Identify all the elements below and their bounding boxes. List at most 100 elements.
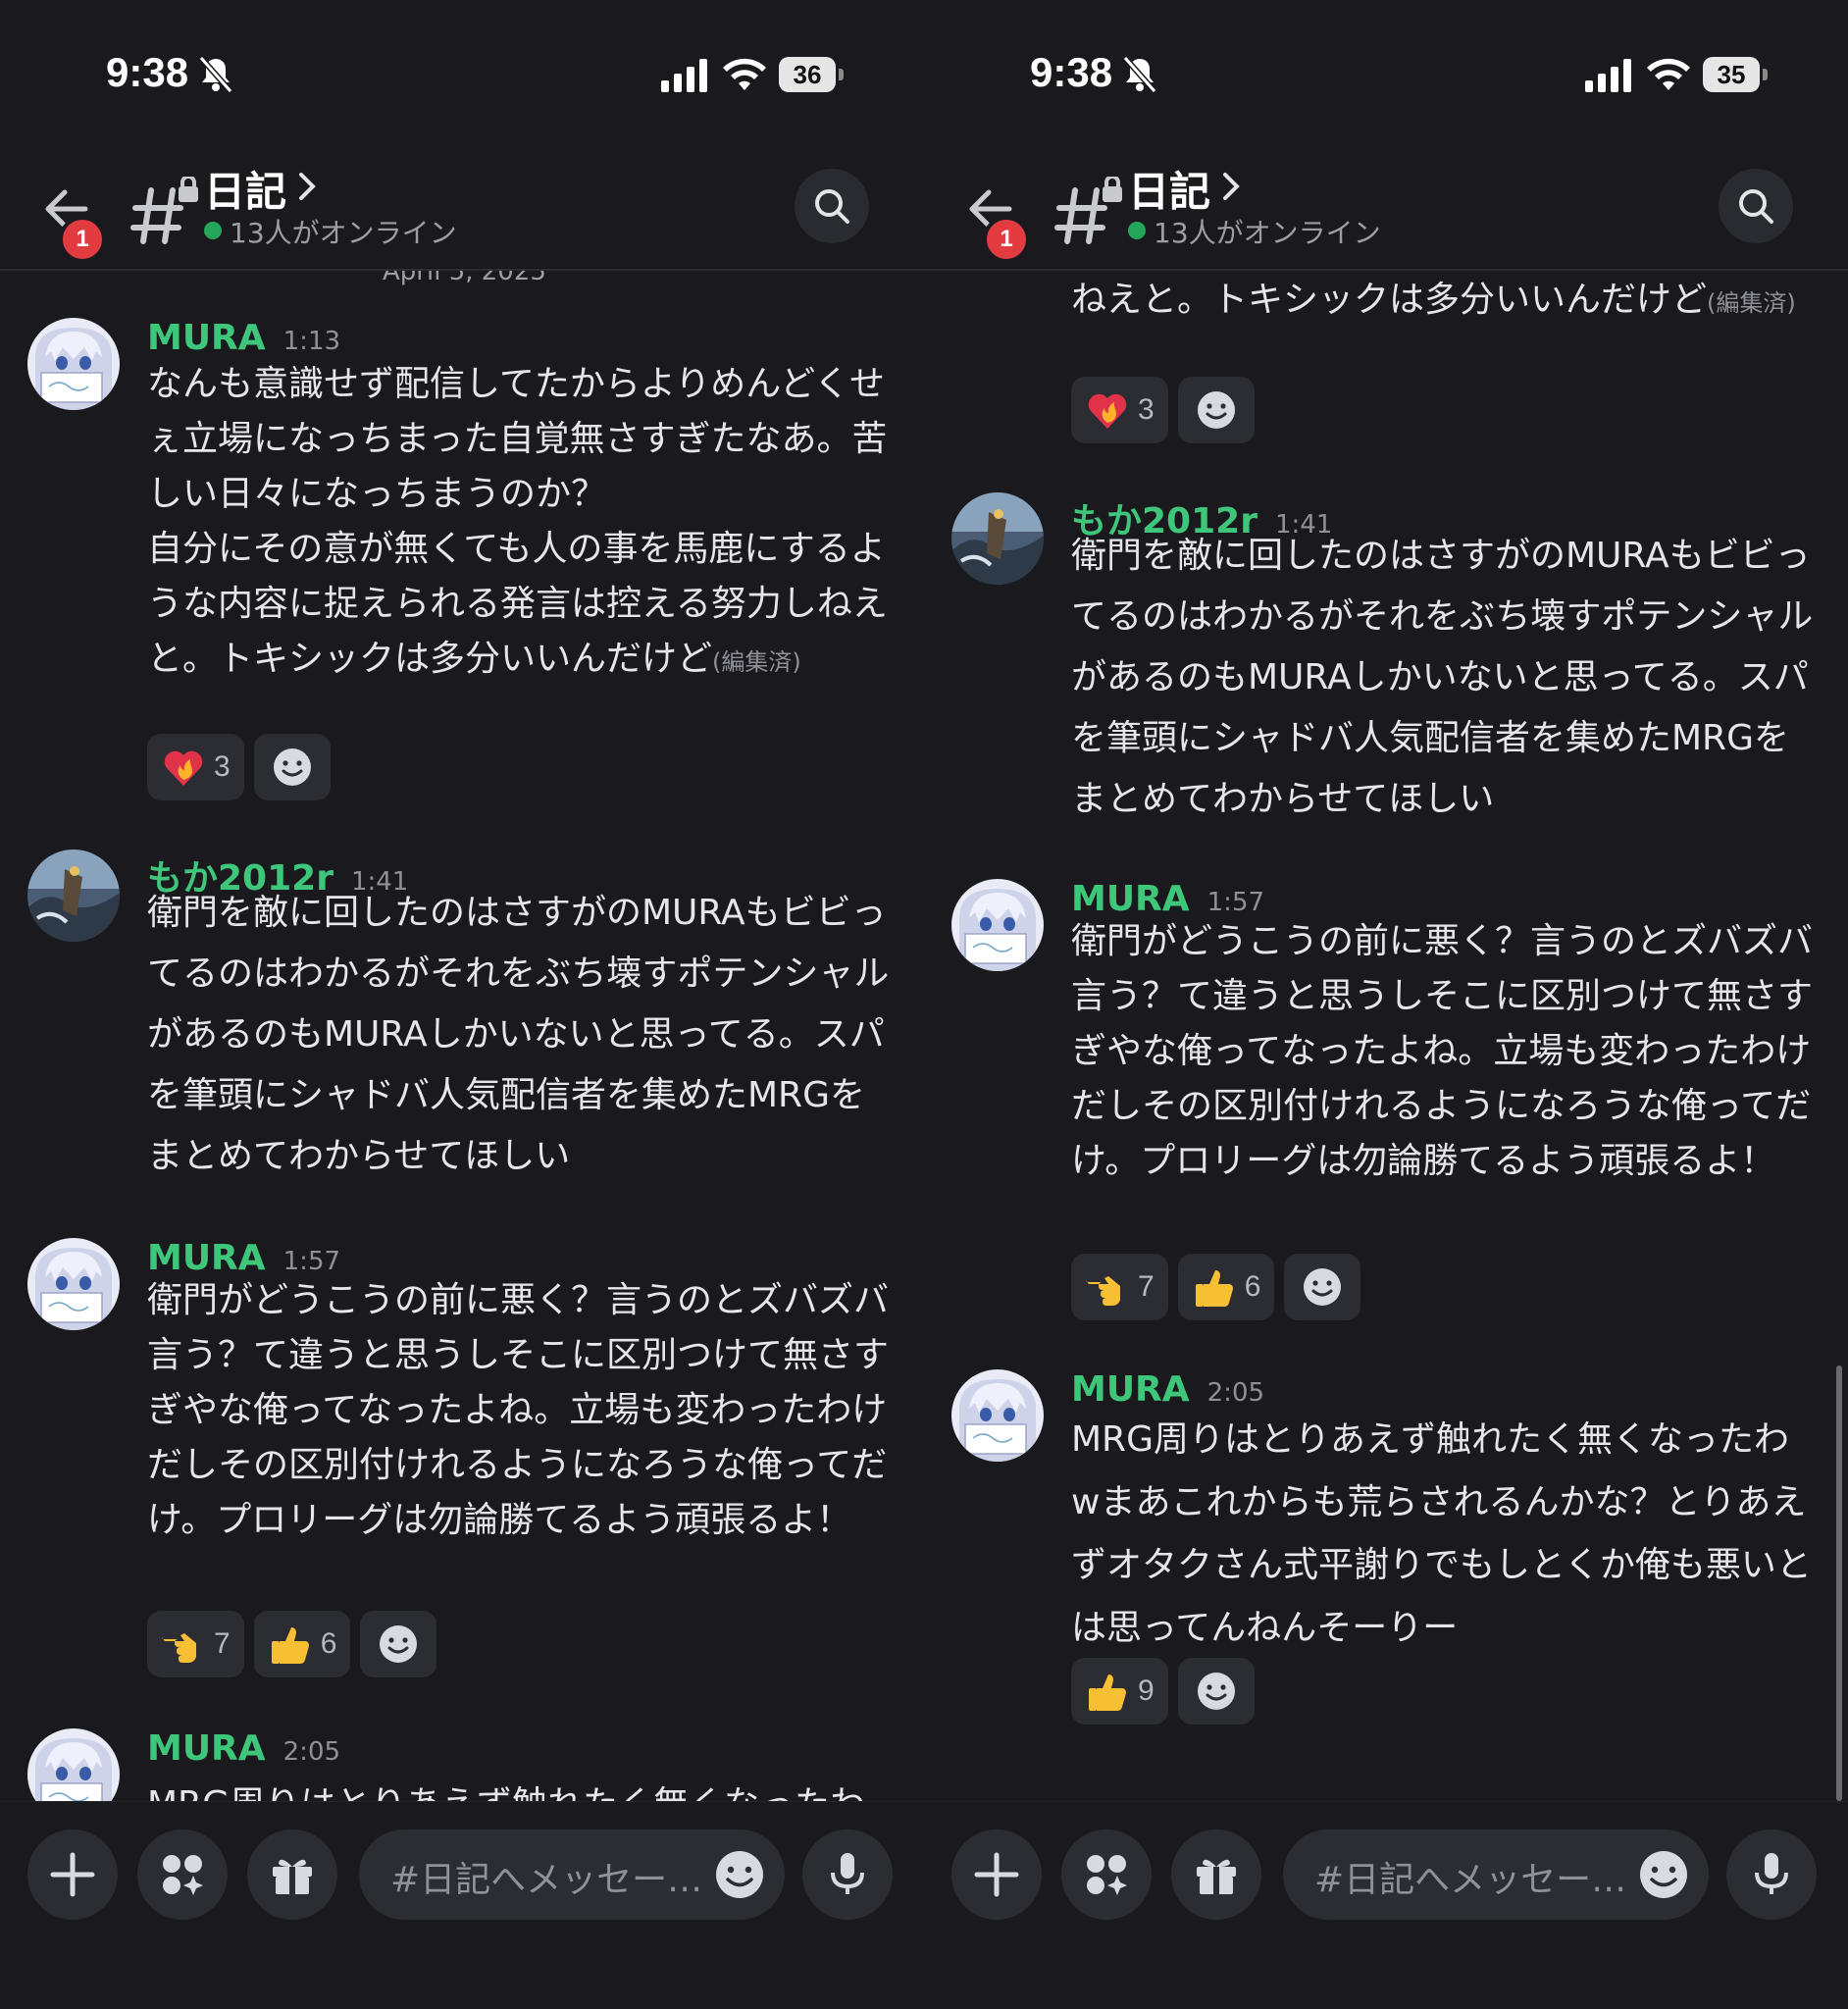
reaction-thumbs-up[interactable]: 9	[1071, 1658, 1168, 1725]
emoji-icon[interactable]	[712, 1847, 767, 1902]
message-body: ねえと。トキシックは多分いいんだけど	[1071, 280, 1708, 320]
reaction-thumbs-up[interactable]: 6	[1177, 1254, 1275, 1320]
channel-header: 1 日記 13人がオンライン	[924, 147, 1848, 271]
add-reaction-button[interactable]	[360, 1611, 437, 1677]
message-placeholder: #日記へメッセー…	[1314, 1860, 1627, 1900]
author-name[interactable]: MURA	[147, 318, 266, 358]
microphone-icon	[831, 1853, 864, 1894]
message-list[interactable]: April 5, 2025 MURA 1:13 なんも意識せず配信してたからよりめ…	[0, 271, 924, 1801]
apps-button[interactable]	[137, 1829, 228, 1920]
avatar[interactable]	[27, 1238, 120, 1330]
gift-button[interactable]	[247, 1829, 337, 1920]
online-dot	[1128, 222, 1146, 239]
avatar[interactable]	[951, 492, 1044, 585]
channel-name[interactable]: 日記	[204, 159, 286, 219]
author-name[interactable]: MURA	[1071, 879, 1190, 919]
plus-icon	[50, 1852, 95, 1897]
reaction-thumbs-up[interactable]: 6	[253, 1611, 351, 1677]
reaction-heart-on-fire[interactable]: 3	[1071, 377, 1168, 443]
apps-button[interactable]	[1061, 1829, 1152, 1920]
message-body: なんも意識せず配信してたからよりめんどくせぇ立場になっちまった自覚無さすぎたなあ…	[147, 364, 888, 679]
pointing-left-icon	[1086, 1276, 1120, 1306]
status-bar: 9:38 35	[924, 0, 1848, 147]
chevron-right-icon[interactable]	[1218, 169, 1244, 204]
author-name[interactable]: MURA	[147, 1238, 266, 1278]
gift-icon	[1197, 1859, 1236, 1894]
message-text: 衛門がどうこうの前に悪く？言うのとズバズバ言う？て違うと思うしそこに区別つけて無…	[1071, 921, 1814, 1181]
add-attachment-button[interactable]	[951, 1829, 1042, 1920]
avatar[interactable]	[951, 1369, 1044, 1462]
thumbs-up-icon	[1195, 1270, 1233, 1307]
message-text: 衛門を敵に回したのはさすがのMURAもビビってるのはわかるがそれをぶち壊すポテン…	[1071, 536, 1814, 819]
reaction-bar: 9	[1071, 1658, 1255, 1725]
reaction-heart-on-fire[interactable]: 3	[147, 734, 244, 800]
plus-icon	[974, 1852, 1019, 1897]
heart-on-fire-icon	[1088, 393, 1127, 429]
timestamp: 2:05	[1206, 1378, 1265, 1408]
emoji-icon[interactable]	[1636, 1847, 1691, 1902]
reaction-bar: 7 6	[1071, 1254, 1361, 1320]
wifi-icon	[723, 58, 766, 90]
avatar[interactable]	[27, 1728, 120, 1801]
timestamp: 2:05	[282, 1737, 341, 1767]
battery-icon: 35	[1703, 57, 1768, 92]
status-bar: 9:38 36	[0, 0, 924, 147]
author-name[interactable]: MURA	[1071, 1369, 1190, 1410]
reaction-count: 3	[1138, 393, 1155, 426]
reaction-count: 7	[214, 1627, 231, 1660]
timestamp: 1:13	[282, 327, 341, 356]
search-button[interactable]	[1719, 169, 1793, 243]
clock: 9:38	[106, 49, 189, 95]
scrollbar[interactable]	[1836, 1365, 1842, 1801]
search-button[interactable]	[795, 169, 869, 243]
add-reaction-button[interactable]	[1284, 1254, 1361, 1320]
cellular-signal-icon	[1585, 59, 1631, 92]
edited-label: (編集済)	[712, 648, 801, 676]
message-text: 衛門がどうこうの前に悪く？言うのとズバズバ言う？て違うと思うしそこに区別つけて無…	[147, 1280, 890, 1540]
reaction-pointing-left[interactable]: 7	[1071, 1254, 1168, 1320]
cellular-signal-icon	[661, 59, 707, 92]
voice-message-button[interactable]	[802, 1829, 893, 1920]
message-input[interactable]: #日記へメッセー…	[359, 1829, 785, 1920]
bell-muted-icon	[1122, 56, 1157, 93]
reaction-bar: 7 6	[147, 1611, 437, 1677]
reaction-bar: 3	[1071, 377, 1255, 443]
unread-badge: 1	[983, 216, 1030, 263]
gift-button[interactable]	[1171, 1829, 1261, 1920]
clock: 9:38	[1030, 49, 1113, 95]
add-reaction-button[interactable]	[1177, 1658, 1255, 1725]
reaction-count: 6	[320, 1627, 337, 1660]
add-attachment-button[interactable]	[27, 1829, 118, 1920]
message-list[interactable]: ねえと。トキシックは多分いいんだけど(編集済) 3 もか2012r 1:41 衛門…	[924, 271, 1848, 1801]
heart-on-fire-icon	[164, 750, 203, 786]
bell-muted-icon	[198, 56, 233, 93]
reaction-count: 7	[1138, 1270, 1155, 1303]
message-input[interactable]: #日記へメッセー…	[1283, 1829, 1709, 1920]
online-dot	[204, 222, 222, 239]
locked-channel-hash-icon	[1054, 177, 1122, 244]
message-text: なんも意識せず配信してたからよりめんどくせぇ立場になっちまった自覚無さすぎたなあ…	[147, 357, 893, 690]
reaction-pointing-left[interactable]: 7	[147, 1611, 244, 1677]
channel-name[interactable]: 日記	[1128, 159, 1210, 219]
chevron-right-icon[interactable]	[294, 169, 320, 204]
voice-message-button[interactable]	[1726, 1829, 1817, 1920]
message-text: 衛門を敵に回したのはさすがのMURAもビビってるのはわかるがそれをぶち壊すポテン…	[147, 893, 890, 1176]
online-count: 13人がオンライン	[1154, 217, 1381, 249]
add-reaction-button[interactable]	[253, 734, 331, 800]
avatar[interactable]	[27, 318, 120, 410]
avatar[interactable]	[951, 879, 1044, 971]
thumbs-up-icon	[271, 1627, 309, 1664]
avatar[interactable]	[27, 850, 120, 942]
date-divider: April 5, 2025	[383, 271, 546, 286]
author-name[interactable]: MURA	[147, 1728, 266, 1769]
online-count: 13人がオンライン	[230, 217, 457, 249]
screen-right: 9:38 35 1 日記 13人がオンライン ねえと。トキシックは多分いいんだけ…	[924, 0, 1848, 2009]
edited-label: (編集済)	[1707, 289, 1796, 317]
pointing-left-icon	[162, 1633, 196, 1663]
reaction-count: 6	[1244, 1270, 1261, 1303]
message-text: MRG周りはとりあえず触れたく無くなったわwまあこれからも荒らされるんかな？とり…	[147, 1777, 893, 1801]
composer-bar: #日記へメッセー…	[924, 1801, 1848, 2009]
message-text: ねえと。トキシックは多分いいんだけど(編集済)	[1071, 273, 1817, 331]
add-reaction-button[interactable]	[1177, 377, 1255, 443]
message-text: MRG周りはとりあえず触れたく無くなったわwまあこれからも荒らされるんかな？とり…	[1071, 1419, 1812, 1648]
